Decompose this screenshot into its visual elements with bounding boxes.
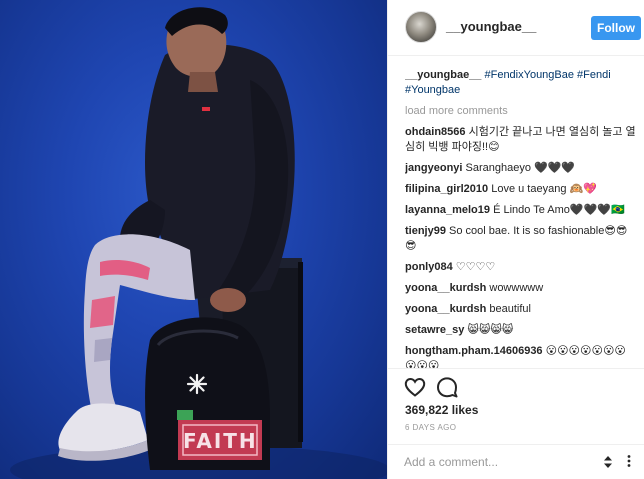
comment-text: Love u taeyang 🙉💖 — [491, 183, 597, 195]
post-photo[interactable]: FAITH — [0, 0, 387, 479]
comment-username[interactable]: layanna_melo19 — [405, 204, 490, 216]
comment-username[interactable]: ponly084 — [405, 261, 453, 273]
comment-text: ♡♡♡♡ — [455, 261, 496, 273]
comment-text: 😸😸😸😸 — [467, 324, 514, 336]
comment-item: hongtham.pham.14606936 😮😮😮😮😮😮😮😮😮😮 — [405, 344, 637, 368]
comment-text: beautiful — [489, 303, 531, 315]
comment-item: jangyeonyi Saranghaeyo 🖤🖤🖤 — [405, 161, 637, 176]
more-options-icon[interactable] — [622, 454, 636, 468]
post-header: __youngbae__ Follow — [388, 0, 644, 56]
photo-illustration — [10, 7, 387, 479]
comments-list[interactable]: __youngbae__ #FendixYoungBae #Fendi #You… — [405, 68, 637, 368]
comment-item: setawre_sy 😸😸😸😸 — [405, 323, 637, 338]
comment-item: ponly084 ♡♡♡♡ — [405, 260, 637, 275]
backpack-text: FAITH — [183, 429, 258, 453]
post-timestamp[interactable]: 6 DAYS AGO — [405, 423, 456, 432]
comment-username[interactable]: yoona__kurdsh — [405, 303, 486, 315]
post-side-panel: __youngbae__ Follow __youngbae__ #Fendix… — [387, 0, 644, 479]
sort-arrows-icon[interactable] — [602, 455, 614, 469]
comment-item: filipina_girl2010 Love u taeyang 🙉💖 — [405, 182, 637, 197]
comment-bubble-icon[interactable] — [435, 375, 459, 399]
add-comment-bar — [388, 444, 644, 479]
add-comment-input[interactable] — [404, 453, 594, 471]
comment-username[interactable]: yoona__kurdsh — [405, 282, 486, 294]
comment-username[interactable]: tienjy99 — [405, 225, 446, 237]
comment-text: É Lindo Te Amo🖤🖤🖤🇧🇷 — [493, 204, 625, 216]
comment-item: layanna_melo19 É Lindo Te Amo🖤🖤🖤🇧🇷 — [405, 203, 637, 218]
comment-text: Saranghaeyo 🖤🖤🖤 — [465, 162, 576, 174]
comment-item: yoona__kurdsh wowwwww — [405, 281, 637, 296]
comment-username[interactable]: setawre_sy — [405, 324, 464, 336]
load-more-comments-link[interactable]: load more comments — [405, 104, 637, 119]
avatar[interactable] — [405, 11, 437, 43]
caption-username[interactable]: __youngbae__ — [405, 69, 481, 81]
caption: __youngbae__ #FendixYoungBae #Fendi #You… — [405, 68, 637, 98]
heart-icon[interactable] — [403, 375, 427, 399]
comment-item: tienjy99 So cool bae. It is so fashionab… — [405, 224, 637, 254]
comment-username[interactable]: ohdain8566 — [405, 126, 466, 138]
likes-count[interactable]: 369,822 likes — [405, 403, 478, 417]
comment-username[interactable]: jangyeonyi — [405, 162, 462, 174]
comment-text: wowwwww — [489, 282, 544, 294]
comment-item: yoona__kurdsh beautiful — [405, 302, 637, 317]
comment-username[interactable]: filipina_girl2010 — [405, 183, 488, 195]
post-actions: 369,822 likes 6 DAYS AGO — [388, 368, 644, 438]
comment-username[interactable]: hongtham.pham.14606936 — [405, 345, 543, 357]
follow-button[interactable]: Follow — [591, 16, 641, 40]
post-username[interactable]: __youngbae__ — [446, 19, 536, 34]
comment-item: ohdain8566 시험기간 끝나고 나면 열심히 놀고 열심히 빅뱅 파야징… — [405, 125, 637, 155]
